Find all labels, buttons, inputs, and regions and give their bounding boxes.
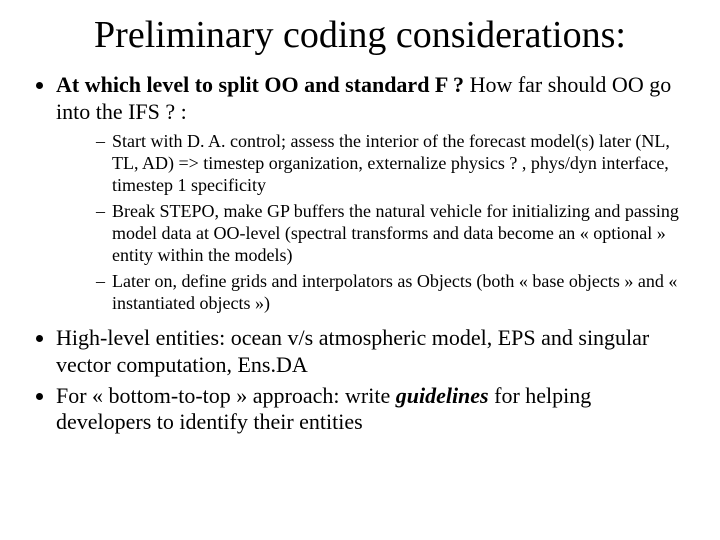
slide: Preliminary coding considerations: At wh…: [0, 0, 720, 540]
bullet-3-part-a: For « bottom-to-top » approach: write: [56, 383, 396, 408]
slide-title: Preliminary coding considerations:: [28, 14, 692, 58]
bullet-list: At which level to split OO and standard …: [28, 72, 692, 437]
bullet-1-lead: At which level to split OO and standard …: [56, 72, 464, 97]
bullet-1-sub-2: Break STEPO, make GP buffers the natural…: [96, 201, 692, 267]
bullet-3-emph: guidelines: [396, 383, 489, 408]
bullet-1-sublist: Start with D. A. control; assess the int…: [56, 131, 692, 315]
bullet-1-sub-1: Start with D. A. control; assess the int…: [96, 131, 692, 197]
bullet-2: High-level entities: ocean v/s atmospher…: [56, 325, 692, 379]
bullet-3: For « bottom-to-top » approach: write gu…: [56, 383, 692, 437]
bullet-1-sub-3: Later on, define grids and interpolators…: [96, 271, 692, 315]
bullet-1: At which level to split OO and standard …: [56, 72, 692, 315]
